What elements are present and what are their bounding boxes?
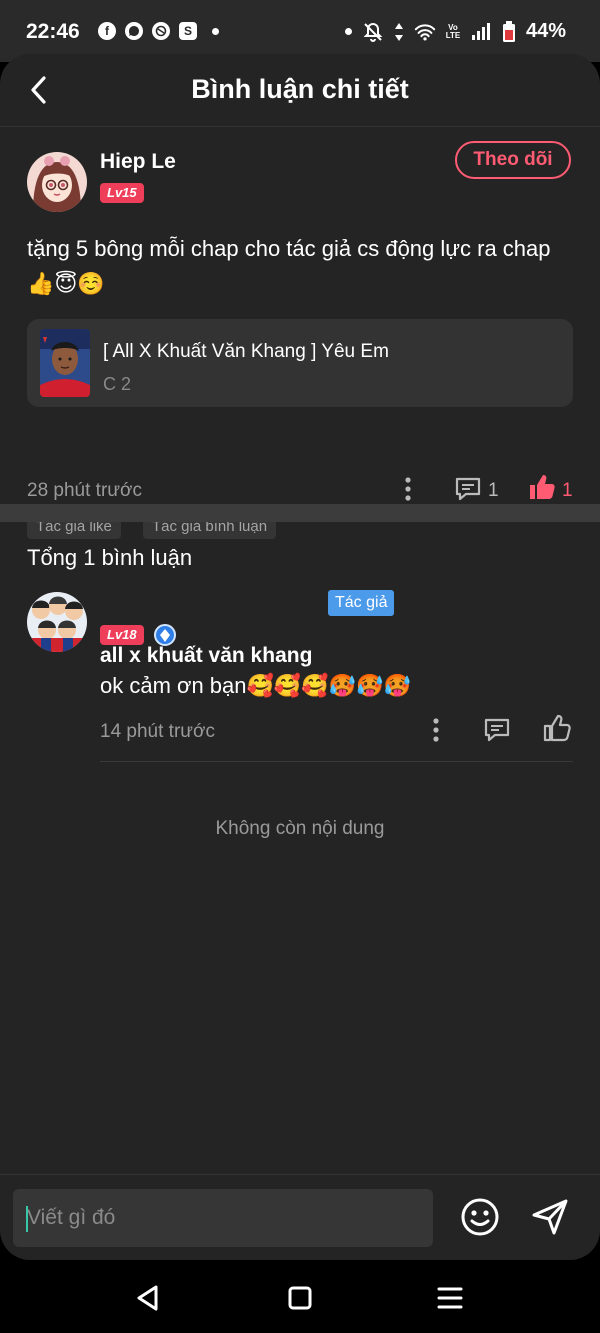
send-button[interactable]: [528, 1195, 572, 1239]
hamburger-menu-icon: [437, 1287, 463, 1309]
nav-menu-button[interactable]: [432, 1280, 468, 1316]
facebook-icon: f: [98, 22, 116, 40]
triangle-back-icon: [137, 1285, 158, 1311]
reply-divider: [100, 761, 573, 762]
shop-icon: S: [179, 22, 197, 40]
system-navigation-bar: [0, 1260, 600, 1333]
comment-composer: [0, 1174, 600, 1260]
reply-text: ok cảm ơn bạn🥰🥰🥰🥵🥵🥵: [100, 673, 411, 698]
reply-button[interactable]: [453, 474, 483, 504]
story-cover-image: [40, 329, 90, 397]
emoji-button[interactable]: [458, 1195, 502, 1239]
notification-icons: f S: [98, 22, 219, 40]
comment-detail-screen: Bình luận chi tiết Hiep Le Lv15 Theo dõi…: [0, 54, 600, 1260]
reply-like-button[interactable]: [542, 713, 572, 743]
username[interactable]: Hiep Le: [100, 150, 176, 174]
player-portrait-icon: [40, 329, 90, 397]
messenger-icon: [125, 22, 143, 40]
author-badge: Tác giả: [328, 590, 395, 616]
page-title: Bình luận chi tiết: [191, 74, 409, 104]
status-dot: [344, 28, 352, 35]
section-divider: [0, 504, 600, 522]
reply-avatar[interactable]: [27, 592, 87, 652]
reply-comment-button[interactable]: [482, 715, 512, 745]
mute-icon: [362, 21, 384, 43]
reply-total-label: Tổng 1 bình luận: [27, 545, 193, 570]
vip-icon: [154, 624, 176, 646]
group-avatar-icon: [27, 592, 87, 652]
volte-icon: Vo LTE: [445, 22, 461, 40]
thumbs-up-outline-icon: [543, 714, 571, 742]
status-bar: 22:46 f S Vo LTE 44%: [0, 0, 600, 62]
status-time: 22:46: [26, 20, 80, 43]
wifi-icon: [414, 21, 436, 43]
reply-level-badge: Lv18: [100, 625, 144, 645]
send-icon: [532, 1199, 568, 1235]
more-vertical-icon: [405, 477, 411, 501]
comment-icon: [455, 477, 481, 501]
comment-text: tặng 5 bông mỗi chap cho tác giả cs động…: [27, 236, 551, 296]
status-right: Vo LTE 44%: [344, 20, 566, 43]
signal-icon: [470, 21, 492, 43]
more-options-button[interactable]: [398, 474, 418, 504]
square-home-icon: [288, 1286, 312, 1310]
avatar[interactable]: [27, 152, 87, 212]
data-transfer-icon: [394, 21, 404, 43]
thumbs-up-filled-icon: [530, 475, 555, 499]
nav-back-button[interactable]: [130, 1280, 166, 1316]
browser-icon: [152, 22, 170, 40]
battery-icon: [502, 20, 516, 43]
end-of-content-text: Không còn nội dung: [215, 818, 385, 839]
follow-button[interactable]: Theo dõi: [455, 141, 571, 179]
nav-home-button[interactable]: [282, 1280, 318, 1316]
level-badge: Lv15: [100, 183, 144, 203]
text-cursor: [26, 1206, 28, 1232]
like-button[interactable]: [527, 472, 557, 502]
smiley-icon: [461, 1198, 499, 1236]
reply-count: 1: [488, 480, 499, 501]
anime-girl-avatar-icon: [27, 152, 87, 212]
story-title: [ All X Khuất Văn Khang ] Yêu Em: [103, 341, 389, 362]
more-vertical-icon: [433, 718, 439, 742]
comment-time: 28 phút trước: [27, 480, 142, 501]
more-notifications-dot: [212, 27, 219, 35]
header: Bình luận chi tiết: [0, 54, 600, 127]
reply-more-options-button[interactable]: [426, 715, 446, 745]
reply-username[interactable]: all x khuất văn khang: [100, 644, 312, 668]
story-card[interactable]: [ All X Khuất Văn Khang ] Yêu Em C 2: [27, 319, 573, 407]
story-chapter: C 2: [103, 374, 132, 394]
reply-time: 14 phút trước: [100, 721, 215, 742]
like-count: 1: [562, 480, 573, 501]
comment-icon: [484, 718, 510, 742]
comment-input[interactable]: [13, 1189, 433, 1247]
battery-percent: 44%: [525, 20, 566, 42]
